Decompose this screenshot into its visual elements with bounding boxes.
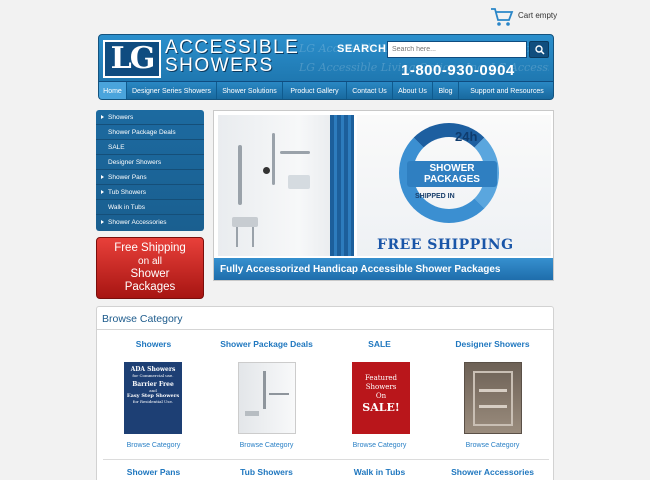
- nav-contact-us[interactable]: Contact Us: [347, 82, 393, 99]
- divider: [103, 459, 549, 460]
- sidebar-item-showers[interactable]: Showers: [96, 110, 204, 125]
- phone-number[interactable]: 1-800-930-0904: [401, 62, 515, 79]
- category-tile-tub-showers[interactable]: Tub Showers: [210, 467, 323, 479]
- browse-category-link[interactable]: Browse Category: [97, 442, 210, 449]
- arrow-right-icon: [101, 220, 104, 224]
- shower-curtain: [330, 115, 354, 256]
- shipping-graphic: 24h SHOWER PACKAGES SHIPPED IN FREE SHIP…: [357, 115, 551, 256]
- site-header: LG Accessible Living Options Inc. LG Acc…: [98, 34, 554, 100]
- designer-shower-thumbnail[interactable]: [464, 362, 522, 434]
- 24h-badge: 24h: [455, 129, 478, 144]
- category-tile-shower-package-deals[interactable]: Shower Package Deals: [210, 339, 323, 351]
- search-label: SEARCH: [337, 43, 387, 55]
- browse-category-link[interactable]: Browse Category: [210, 442, 323, 449]
- arrow-right-icon: [101, 190, 104, 194]
- browse-category-link[interactable]: Browse Category: [436, 442, 549, 449]
- category-title[interactable]: Showers: [97, 339, 210, 351]
- category-title[interactable]: SALE: [323, 339, 436, 351]
- nav-home[interactable]: Home: [99, 82, 127, 99]
- category-title[interactable]: Shower Package Deals: [210, 339, 323, 351]
- category-tile-shower-accessories[interactable]: Shower Accessories: [436, 467, 549, 479]
- sidebar-item-sale[interactable]: SALE: [96, 140, 204, 155]
- arrow-right-icon: [101, 175, 104, 179]
- category-title[interactable]: Designer Showers: [436, 339, 549, 351]
- browse-category-link[interactable]: Browse Category: [323, 442, 436, 449]
- ada-showers-thumbnail[interactable]: ADA Showers for Commercial use. Barrier …: [124, 362, 182, 434]
- category-title[interactable]: Shower Accessories: [436, 467, 549, 479]
- browse-category-panel: Browse Category Showers ADA Showers for …: [96, 306, 554, 480]
- sidebar-item-shower-package-deals[interactable]: Shower Package Deals: [96, 125, 204, 140]
- category-sidebar: Showers Shower Package Deals SALE Design…: [96, 110, 204, 231]
- nav-designer-series-showers[interactable]: Designer Series Showers: [127, 82, 217, 99]
- logo-wordmark[interactable]: ACCESSIBLE SHOWERS: [165, 38, 299, 75]
- hero-banner[interactable]: 24h SHOWER PACKAGES SHIPPED IN FREE SHIP…: [213, 110, 554, 281]
- nav-support-resources[interactable]: Support and Resources: [459, 82, 553, 99]
- category-tile-designer-showers[interactable]: Designer Showers: [436, 339, 549, 351]
- category-title[interactable]: Tub Showers: [210, 467, 323, 479]
- category-title[interactable]: Shower Pans: [97, 467, 210, 479]
- cart-widget[interactable]: Cart empty: [490, 7, 570, 29]
- sidebar-item-shower-pans[interactable]: Shower Pans: [96, 170, 204, 185]
- shipped-in-label: SHIPPED IN: [415, 193, 455, 200]
- search-icon: [535, 45, 545, 55]
- sidebar-item-shower-accessories[interactable]: Shower Accessories: [96, 215, 204, 230]
- sidebar-item-tub-showers[interactable]: Tub Showers: [96, 185, 204, 200]
- sale-thumbnail[interactable]: Featured Showers On SALE!: [352, 362, 410, 434]
- divider: [97, 329, 553, 330]
- nav-about-us[interactable]: About Us: [393, 82, 433, 99]
- search-button[interactable]: [529, 41, 549, 58]
- nav-shower-solutions[interactable]: Shower Solutions: [217, 82, 283, 99]
- category-tile-shower-pans[interactable]: Shower Pans: [97, 467, 210, 479]
- shower-package-thumbnail[interactable]: [238, 362, 296, 434]
- main-nav: Home Designer Series Showers Shower Solu…: [99, 81, 553, 99]
- category-tile-walk-in-tubs[interactable]: Walk in Tubs: [323, 467, 436, 479]
- free-shipping-headline: FREE SHIPPING: [377, 237, 514, 253]
- search-input[interactable]: [387, 41, 527, 58]
- nav-product-gallery[interactable]: Product Gallery: [283, 82, 347, 99]
- shower-packages-label: SHOWER PACKAGES: [407, 161, 497, 187]
- category-title[interactable]: Walk in Tubs: [323, 467, 436, 479]
- browse-category-title: Browse Category: [102, 313, 183, 325]
- hero-caption[interactable]: Fully Accessorized Handicap Accessible S…: [214, 258, 553, 280]
- nav-blog[interactable]: Blog: [433, 82, 459, 99]
- sidebar-item-walk-in-tubs[interactable]: Walk in Tubs: [96, 200, 204, 215]
- logo-mark[interactable]: LG: [103, 40, 161, 78]
- sidebar-item-designer-showers[interactable]: Designer Showers: [96, 155, 204, 170]
- free-shipping-promo[interactable]: Free Shipping on all Shower Packages: [96, 237, 204, 299]
- shower-photo: [218, 115, 354, 256]
- arrow-right-icon: [101, 115, 104, 119]
- cart-status-text[interactable]: Cart empty: [518, 11, 557, 20]
- category-tile-showers[interactable]: Showers: [97, 339, 210, 351]
- category-tile-sale[interactable]: SALE: [323, 339, 436, 351]
- shopping-cart-icon[interactable]: [490, 7, 514, 27]
